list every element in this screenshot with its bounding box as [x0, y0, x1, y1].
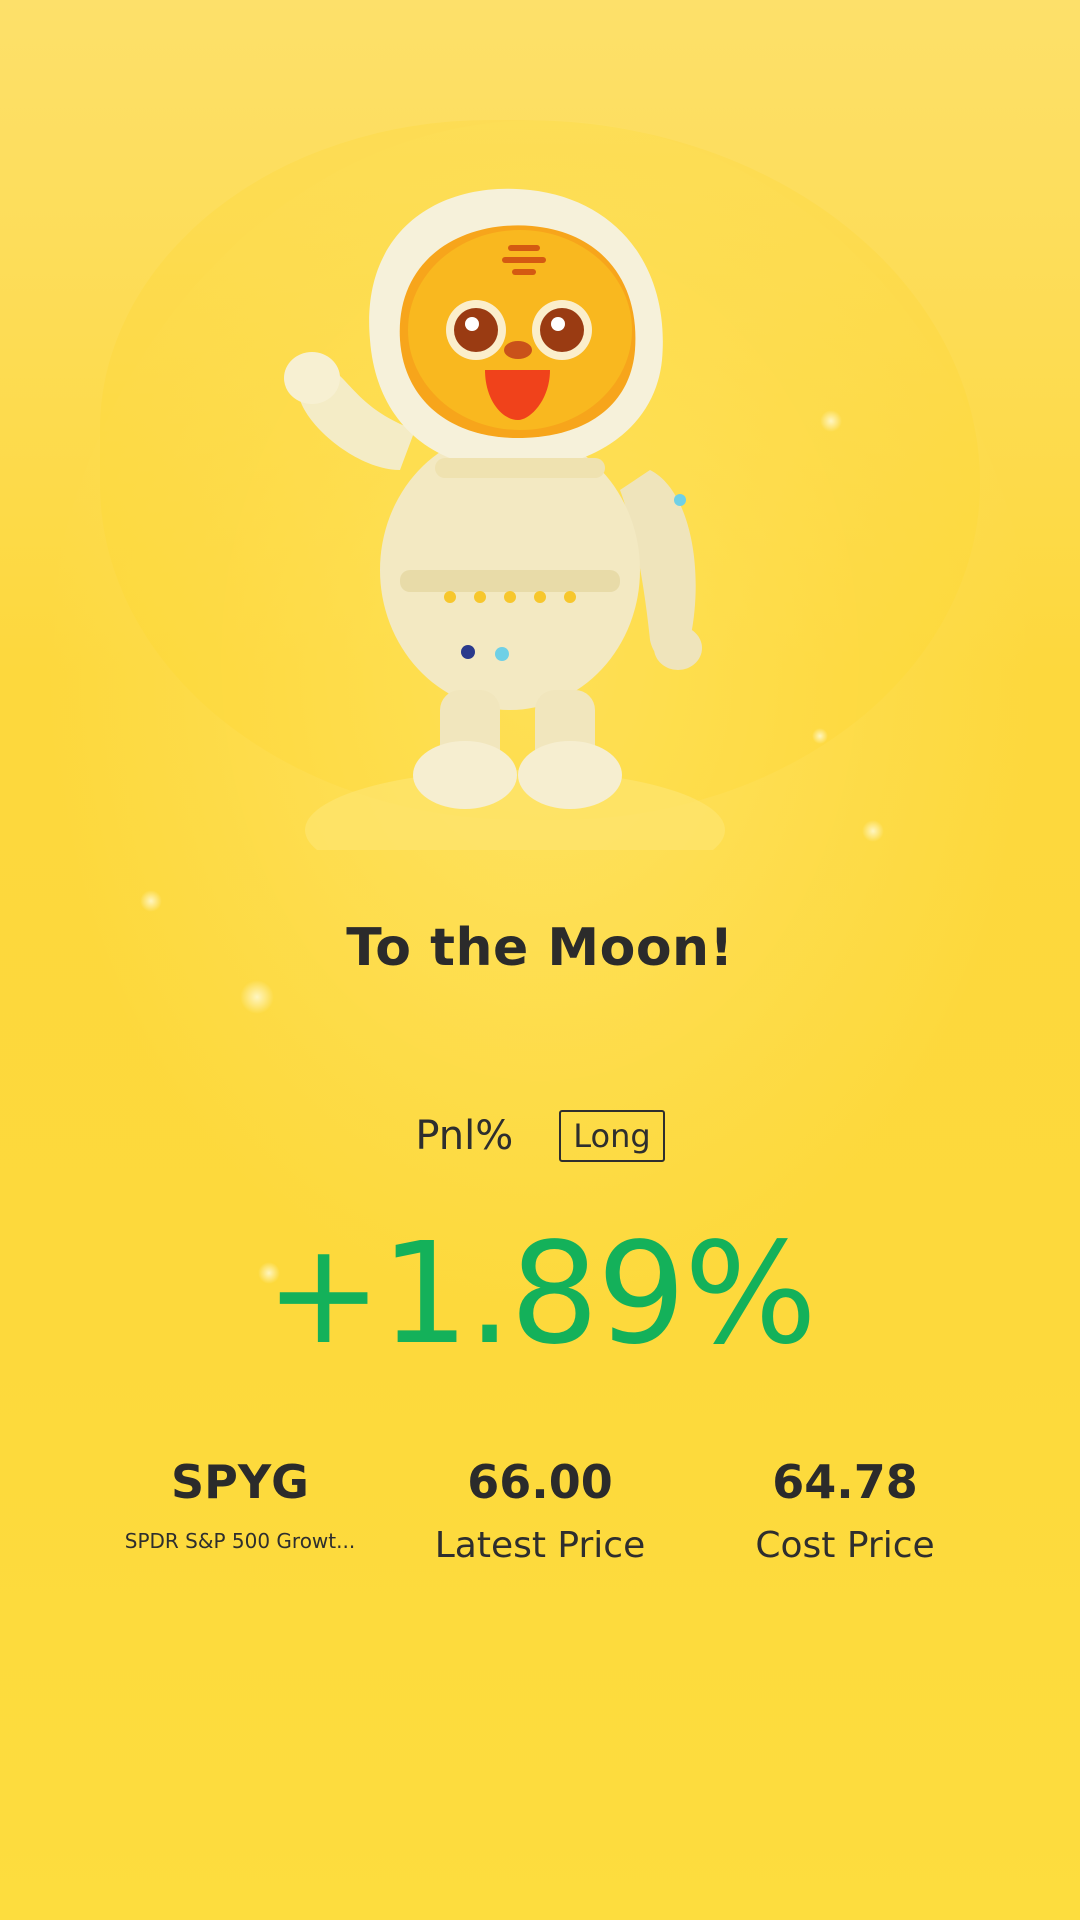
astronaut-tiger-mascot-icon [250, 170, 770, 850]
fund-name: SPDR S&P 500 Growt... [124, 1529, 356, 1553]
cost-price-value: 64.78 [772, 1455, 918, 1509]
ticker-symbol: SPYG [171, 1455, 309, 1509]
pnl-value: +1.89% [264, 1213, 817, 1376]
latest-price-value: 66.00 [467, 1455, 613, 1509]
sparkle [812, 728, 828, 744]
position-direction-badge: Long [559, 1110, 665, 1162]
sparkle [140, 890, 162, 912]
position-stats: SPYG SPDR S&P 500 Growt... 66.00 Latest … [0, 1452, 1080, 1592]
page-title: To the Moon! [346, 918, 734, 978]
sparkle [820, 410, 842, 432]
pnl-label: Pnl% [415, 1113, 514, 1159]
sparkle [240, 980, 274, 1014]
latest-price-stat: 66.00 Latest Price [390, 1452, 690, 1568]
sparkle [862, 820, 884, 842]
ticker-stat: SPYG SPDR S&P 500 Growt... [90, 1452, 390, 1556]
cost-price-stat: 64.78 Cost Price [695, 1452, 995, 1568]
cost-price-label: Cost Price [755, 1525, 935, 1566]
latest-price-label: Latest Price [434, 1525, 646, 1566]
pnl-header: Pnl% Long [0, 1110, 1080, 1162]
